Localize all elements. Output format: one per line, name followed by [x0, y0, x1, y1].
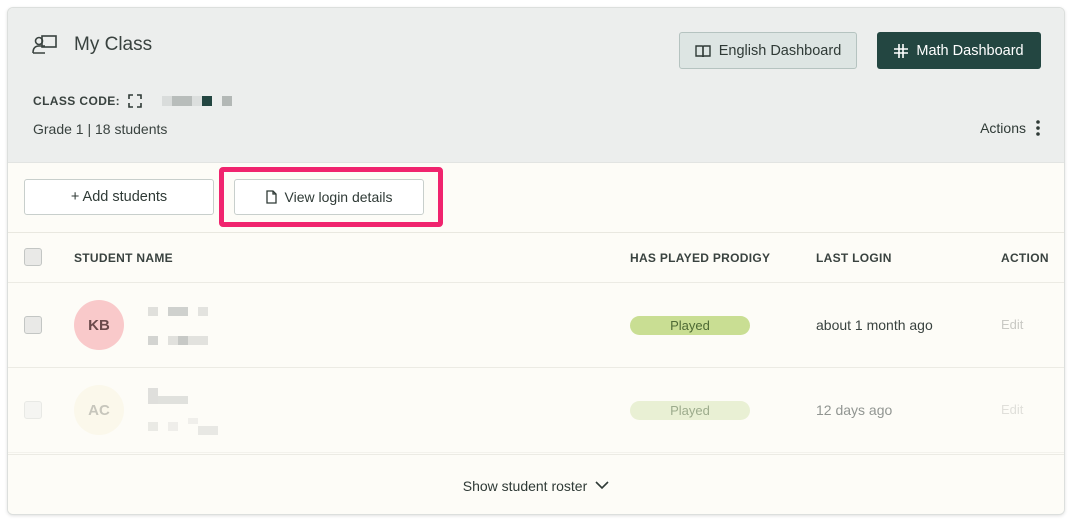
teacher-board-icon [32, 35, 57, 54]
view-login-details-button[interactable]: View login details [234, 179, 424, 215]
last-login: about 1 month ago [816, 317, 933, 333]
avatar: KB [74, 300, 124, 350]
show-roster-toggle[interactable]: Show student roster [8, 454, 1064, 514]
column-header-action: ACTION [1001, 251, 1049, 265]
math-dashboard-button[interactable]: Math Dashboard [877, 32, 1041, 69]
row-checkbox[interactable] [24, 316, 42, 334]
table-header: STUDENT NAME HAS PLAYED PRODIGY LAST LOG… [8, 233, 1064, 283]
actions-menu[interactable]: Actions [980, 120, 1040, 136]
show-roster-label: Show student roster [462, 477, 588, 494]
english-dashboard-button[interactable]: English Dashboard [679, 32, 857, 69]
last-login: 12 days ago [816, 402, 893, 418]
english-dashboard-label: English Dashboard [718, 42, 842, 59]
column-header-has-played: HAS PLAYED PRODIGY [630, 251, 771, 265]
played-status-badge: Played [630, 401, 750, 420]
column-header-last-login: LAST LOGIN [816, 251, 892, 265]
class-code-value-redacted [162, 96, 233, 106]
column-header-student-name: STUDENT NAME [74, 251, 173, 265]
chevron-down-icon [595, 481, 609, 490]
math-dashboard-label: Math Dashboard [916, 42, 1024, 59]
row-checkbox[interactable] [24, 401, 42, 419]
math-grid-icon [894, 43, 909, 58]
document-icon [265, 190, 277, 204]
fullscreen-icon[interactable] [128, 94, 142, 108]
select-all-checkbox[interactable] [24, 248, 42, 266]
table-row: KB Played about 1 month ago Edit [8, 283, 1064, 368]
actions-label: Actions [980, 120, 1026, 136]
class-title-row: My Class [32, 34, 152, 56]
view-login-details-label: View login details [284, 189, 393, 205]
vertical-dots-icon [1036, 120, 1040, 136]
class-code-row: CLASS CODE: [33, 94, 233, 108]
add-students-label: + Add students [70, 189, 168, 205]
played-status-badge: Played [630, 316, 750, 335]
class-header: My Class English Dashboard Math Dashboar… [8, 8, 1064, 163]
class-code-label: CLASS CODE: [33, 94, 121, 108]
class-card: My Class English Dashboard Math Dashboar… [7, 7, 1065, 515]
book-icon [695, 44, 711, 57]
page-title: My Class [74, 34, 153, 55]
grade-info: Grade 1 | 18 students [33, 121, 168, 137]
edit-link[interactable]: Edit [1001, 317, 1023, 332]
table-row: AC Played 12 days ago Edit [8, 368, 1064, 453]
edit-link[interactable]: Edit [1001, 402, 1023, 417]
roster-toolbar: + Add students View login details [8, 163, 1064, 233]
avatar: AC [74, 385, 124, 435]
add-students-button[interactable]: + Add students [24, 179, 214, 215]
